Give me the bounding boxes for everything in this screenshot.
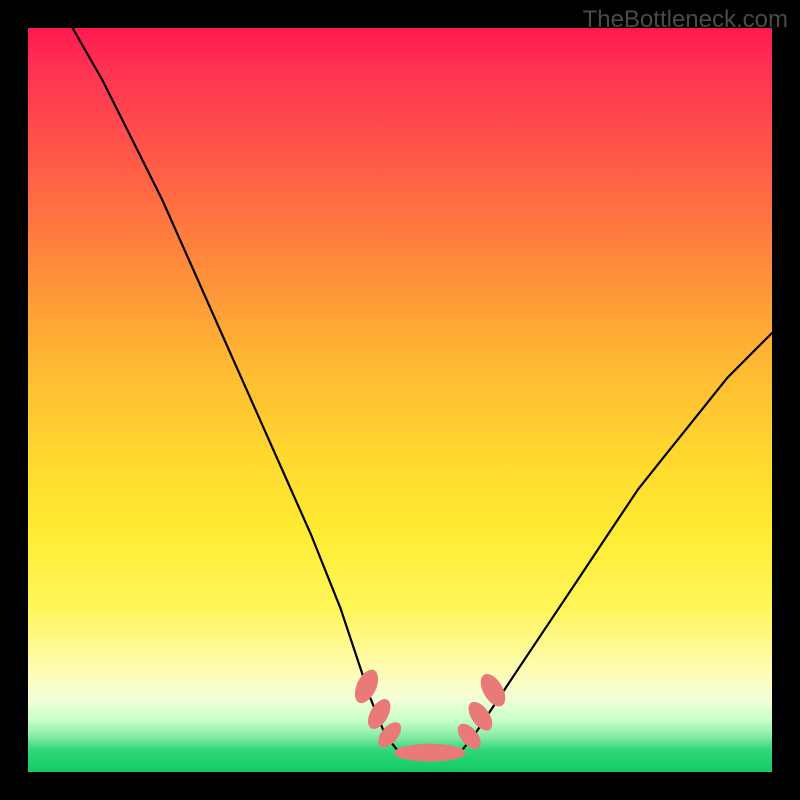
curve-marker: [350, 666, 383, 707]
chart-svg: [28, 28, 772, 772]
curve-marker: [394, 744, 465, 762]
curve-left: [73, 28, 400, 753]
marker-group: [350, 666, 510, 762]
chart-frame: TheBottleneck.com: [0, 0, 800, 800]
curve-right: [460, 333, 773, 753]
